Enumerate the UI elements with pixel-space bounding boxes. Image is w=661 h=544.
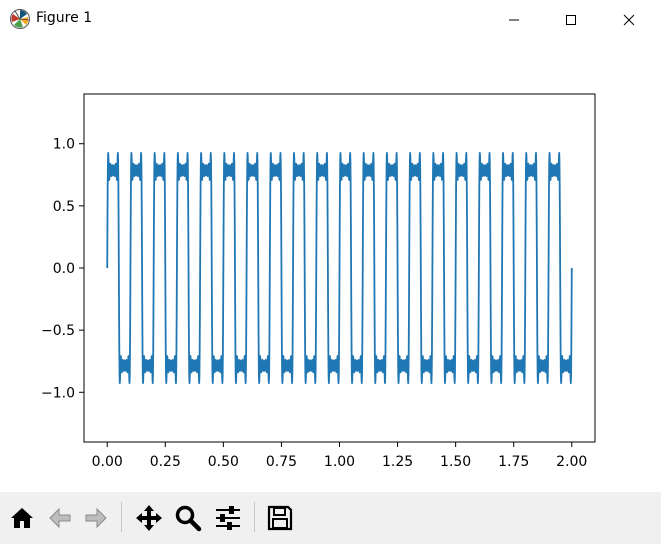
figure-window: Figure 1 0.00 0.25 0.50 0.75 1.00 1.25 1.50 1.7… bbox=[0, 0, 661, 544]
zoom-button[interactable] bbox=[172, 502, 204, 534]
y-tick-label: −1.0 bbox=[41, 385, 75, 401]
minimize-button[interactable] bbox=[491, 0, 537, 40]
x-tick-label: 0.25 bbox=[150, 454, 181, 470]
maximize-button[interactable] bbox=[548, 0, 594, 40]
close-button[interactable] bbox=[606, 0, 652, 40]
x-tick-label: 1.75 bbox=[498, 454, 529, 470]
y-tick-label: 0.5 bbox=[53, 199, 75, 215]
close-icon bbox=[623, 14, 635, 26]
x-tick-label: 2.00 bbox=[556, 454, 587, 470]
x-tick-label: 0.00 bbox=[92, 454, 123, 470]
arrow-left-icon bbox=[49, 507, 71, 529]
back-button[interactable] bbox=[44, 502, 76, 534]
x-tick-label: 0.75 bbox=[266, 454, 297, 470]
x-tick-label: 1.25 bbox=[382, 454, 413, 470]
series-line-0 bbox=[106, 151, 573, 385]
window-title: Figure 1 bbox=[36, 10, 93, 26]
floppy-disk-icon bbox=[267, 505, 293, 531]
configure-subplots-button[interactable] bbox=[212, 502, 244, 534]
matplotlib-logo-icon bbox=[10, 9, 30, 29]
magnifier-icon bbox=[175, 505, 202, 532]
forward-button[interactable] bbox=[80, 502, 112, 534]
line-chart: 0.00 0.25 0.50 0.75 1.00 1.25 1.50 1.75 2.00 −1.… bbox=[41, 93, 596, 470]
maximize-icon bbox=[566, 15, 576, 25]
pan-button[interactable] bbox=[133, 502, 165, 534]
toolbar-separator bbox=[121, 502, 122, 532]
minimize-icon bbox=[509, 19, 519, 21]
y-tick-label: 0.0 bbox=[53, 261, 75, 277]
x-tick-label: 0.50 bbox=[208, 454, 239, 470]
x-tick-label: 1.00 bbox=[324, 454, 355, 470]
sliders-icon bbox=[216, 506, 240, 530]
home-icon bbox=[11, 508, 33, 528]
move-icon bbox=[136, 505, 162, 531]
y-tick-label: 1.0 bbox=[53, 137, 75, 153]
y-tick-label: −0.5 bbox=[41, 323, 75, 339]
navigation-toolbar bbox=[0, 492, 661, 544]
arrow-right-icon bbox=[85, 507, 107, 529]
figure-canvas[interactable]: 0.00 0.25 0.50 0.75 1.00 1.25 1.50 1.75 2.00 −1.… bbox=[0, 40, 661, 492]
toolbar-separator bbox=[254, 502, 255, 532]
save-button[interactable] bbox=[264, 502, 296, 534]
home-button[interactable] bbox=[6, 502, 38, 534]
title-bar[interactable]: Figure 1 bbox=[0, 0, 661, 40]
x-tick-label: 1.50 bbox=[440, 454, 471, 470]
